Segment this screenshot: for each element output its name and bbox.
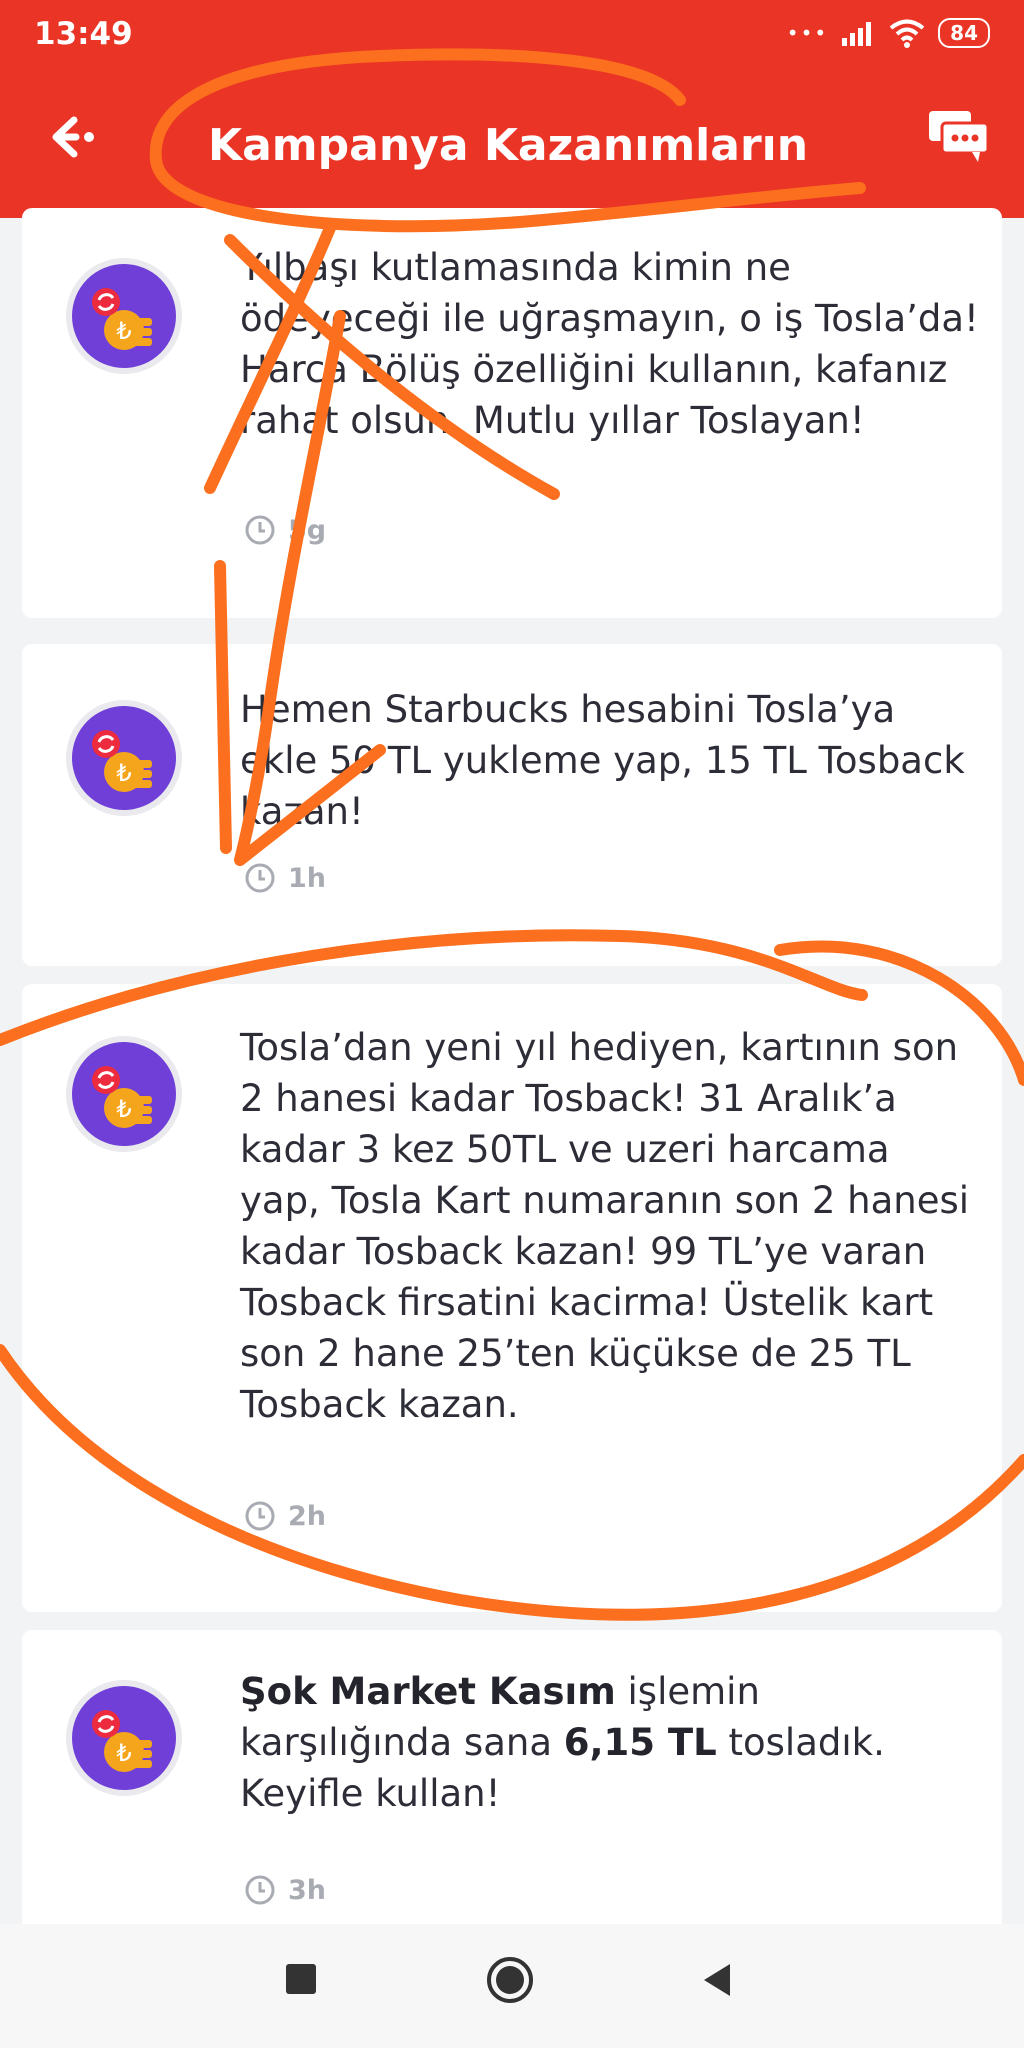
- system-nav-bar: [0, 1924, 1024, 2048]
- notification-card[interactable]: ₺ Yılbaşı kutlamasında kimin ne ödeyeceğ…: [22, 208, 1002, 618]
- notification-text: Şok Market Kasım işlemin karşılığında sa…: [240, 1666, 980, 1819]
- page-title: Kampanya Kazanımların: [208, 120, 809, 171]
- svg-text:₺: ₺: [116, 1739, 131, 1767]
- recents-square-icon[interactable]: [284, 1962, 318, 1996]
- status-icons: ••• 84: [787, 18, 990, 48]
- chat-button[interactable]: [926, 108, 992, 166]
- tosback-coin-icon: ₺: [72, 1042, 176, 1146]
- avatar: ₺: [66, 1036, 182, 1152]
- avatar: ₺: [66, 1680, 182, 1796]
- timestamp: 2h: [244, 1500, 326, 1532]
- avatar: ₺: [66, 700, 182, 816]
- svg-text:₺: ₺: [116, 1095, 131, 1123]
- signal-dots-icon: •••: [786, 21, 829, 45]
- notification-text: Tosla’dan yeni yıl hediyen, kartının son…: [240, 1026, 970, 1426]
- notification-text: Yılbaşı kutlamasında kimin ne ödeyeceği …: [240, 246, 979, 442]
- merchant-name: Şok Market Kasım: [240, 1670, 616, 1713]
- back-triangle-icon[interactable]: [700, 1962, 734, 1998]
- timestamp: 1h: [244, 862, 326, 894]
- tosback-coin-icon: ₺: [72, 1686, 176, 1790]
- status-bar: 13:49 ••• 84: [0, 0, 1024, 72]
- timestamp-text: 5g: [288, 514, 327, 546]
- wifi-icon: [889, 19, 925, 48]
- svg-text:₺: ₺: [116, 759, 131, 787]
- tosback-coin-icon: ₺: [72, 706, 176, 810]
- status-time: 13:49: [34, 16, 133, 52]
- home-circle-icon[interactable]: [486, 1956, 534, 2004]
- timestamp-text: 3h: [288, 1874, 327, 1906]
- notification-card[interactable]: ₺ Tosla’dan yeni yıl hediyen, kartının s…: [22, 984, 1002, 1612]
- clock-icon: [245, 863, 275, 893]
- chat-icon: [929, 111, 990, 162]
- timestamp-text: 1h: [288, 862, 327, 894]
- clock-icon: [245, 1875, 275, 1905]
- battery-icon: 84: [938, 18, 990, 48]
- tosback-coin-icon: ₺: [72, 264, 176, 368]
- signal-icon: [842, 22, 872, 46]
- notification-card[interactable]: ₺ Hemen Starbucks hesabini Tosla’ya ekle…: [22, 644, 1002, 966]
- cashback-amount: 6,15 TL: [563, 1721, 717, 1764]
- app-header: Kampanya Kazanımların: [0, 72, 1024, 218]
- timestamp: 3h: [244, 1874, 326, 1906]
- back-button[interactable]: [46, 110, 100, 164]
- avatar: ₺: [66, 258, 182, 374]
- notification-card[interactable]: ₺ Şok Market Kasım işlemin karşılığında …: [22, 1630, 1002, 1940]
- clock-icon: [245, 515, 275, 545]
- timestamp-text: 2h: [288, 1500, 327, 1532]
- timestamp: 5g: [244, 514, 326, 546]
- notification-text: Hemen Starbucks hesabini Tosla’ya ekle 5…: [240, 688, 965, 833]
- back-arrow-icon: [52, 116, 94, 158]
- svg-text:₺: ₺: [116, 317, 131, 345]
- clock-icon: [245, 1501, 275, 1531]
